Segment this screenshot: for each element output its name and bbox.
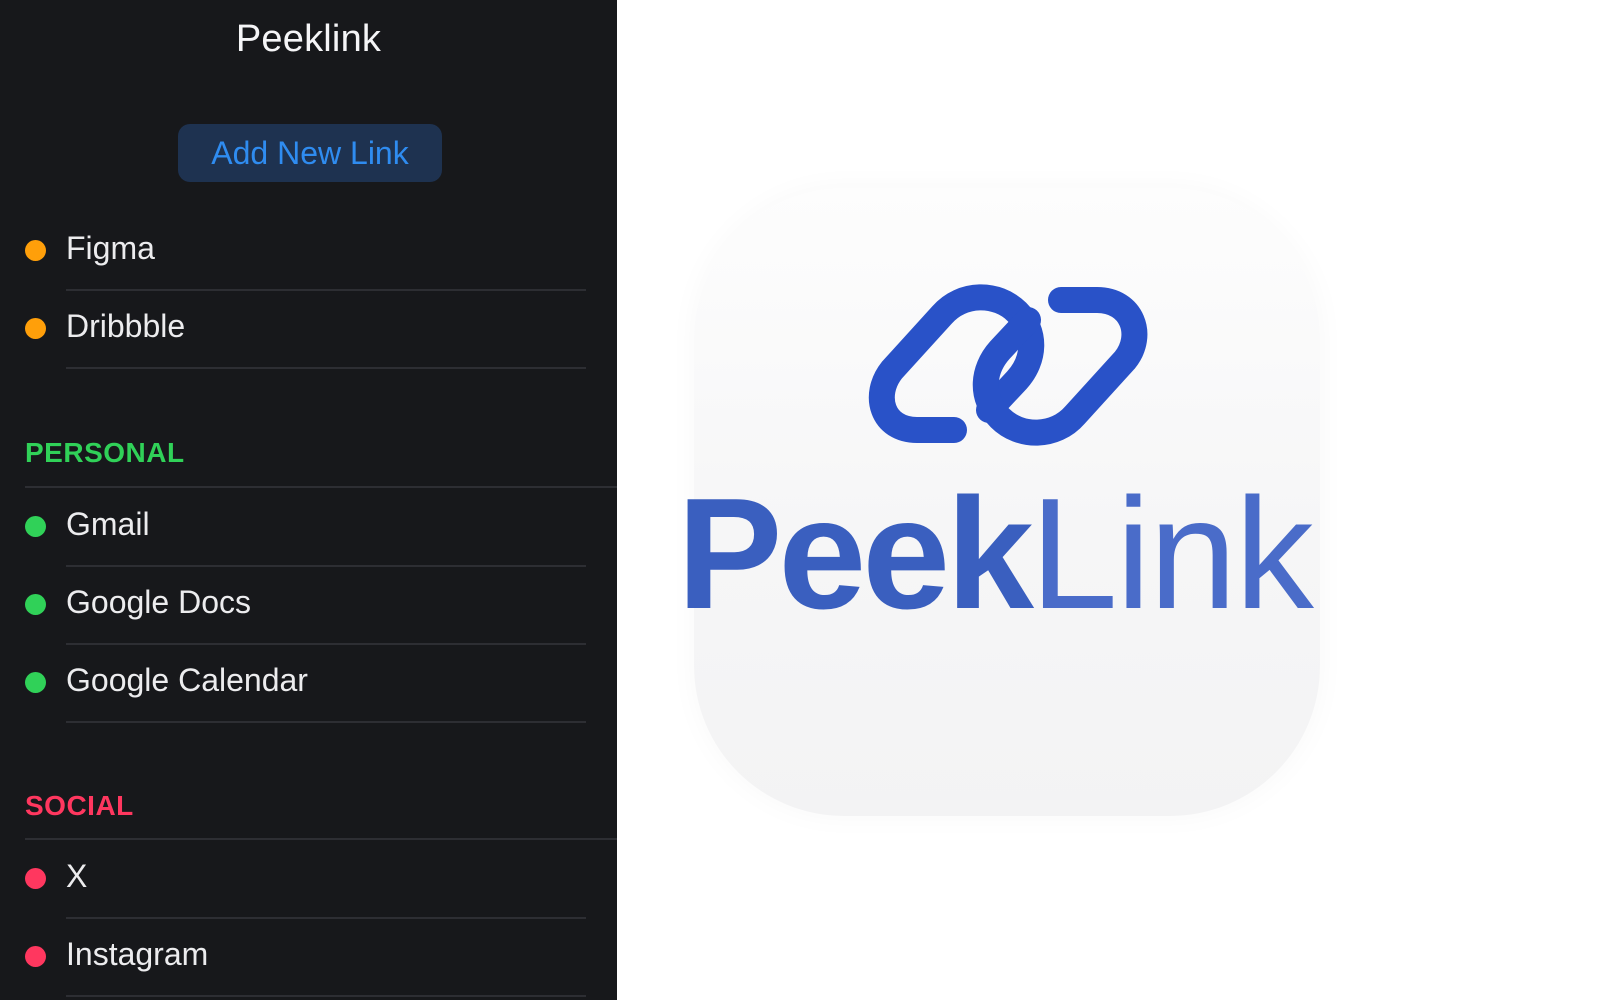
section-header-social: SOCIAL	[25, 790, 134, 821]
green-dot-icon	[25, 594, 46, 615]
pink-dot-icon	[25, 868, 46, 889]
add-new-link-button[interactable]: Add New Link	[178, 124, 442, 182]
link-item-dribbble[interactable]: Dribbble	[0, 291, 617, 369]
divider	[66, 721, 586, 723]
link-item-google-docs[interactable]: Google Docs	[0, 567, 617, 645]
link-label: Gmail	[66, 506, 150, 542]
divider	[66, 367, 586, 369]
brand-word-bold: Peek	[677, 466, 1034, 642]
section-header-personal: PERSONAL	[25, 437, 185, 468]
link-label: Dribbble	[66, 308, 186, 344]
link-item-gmail[interactable]: Gmail	[0, 489, 617, 567]
app-title: Peeklink	[235, 18, 382, 60]
main-preview: PeekLink	[617, 0, 1600, 1000]
orange-dot-icon	[25, 240, 46, 261]
orange-dot-icon	[25, 318, 46, 339]
app-window: Peeklink Add New Link Figma Dribbble PER…	[0, 0, 1600, 1000]
pink-dot-icon	[25, 946, 46, 967]
link-item-x[interactable]: X	[0, 841, 617, 919]
section-divider	[25, 486, 617, 488]
link-label: Figma	[66, 230, 155, 266]
divider	[66, 995, 586, 997]
link-item-instagram[interactable]: Instagram	[0, 919, 617, 997]
green-dot-icon	[25, 672, 46, 693]
link-label: X	[66, 858, 88, 894]
link-label: Google Calendar	[66, 662, 308, 698]
section-divider	[25, 838, 617, 840]
link-label: Instagram	[66, 936, 209, 972]
link-item-google-calendar[interactable]: Google Calendar	[0, 645, 617, 723]
link-label: Google Docs	[66, 584, 251, 620]
sidebar: Peeklink Add New Link Figma Dribbble PER…	[0, 0, 617, 1000]
green-dot-icon	[25, 516, 46, 537]
brand-word-light: Link	[1030, 466, 1314, 642]
brand-wordmark: PeekLink	[677, 474, 1314, 634]
link-item-figma[interactable]: Figma	[0, 213, 617, 291]
